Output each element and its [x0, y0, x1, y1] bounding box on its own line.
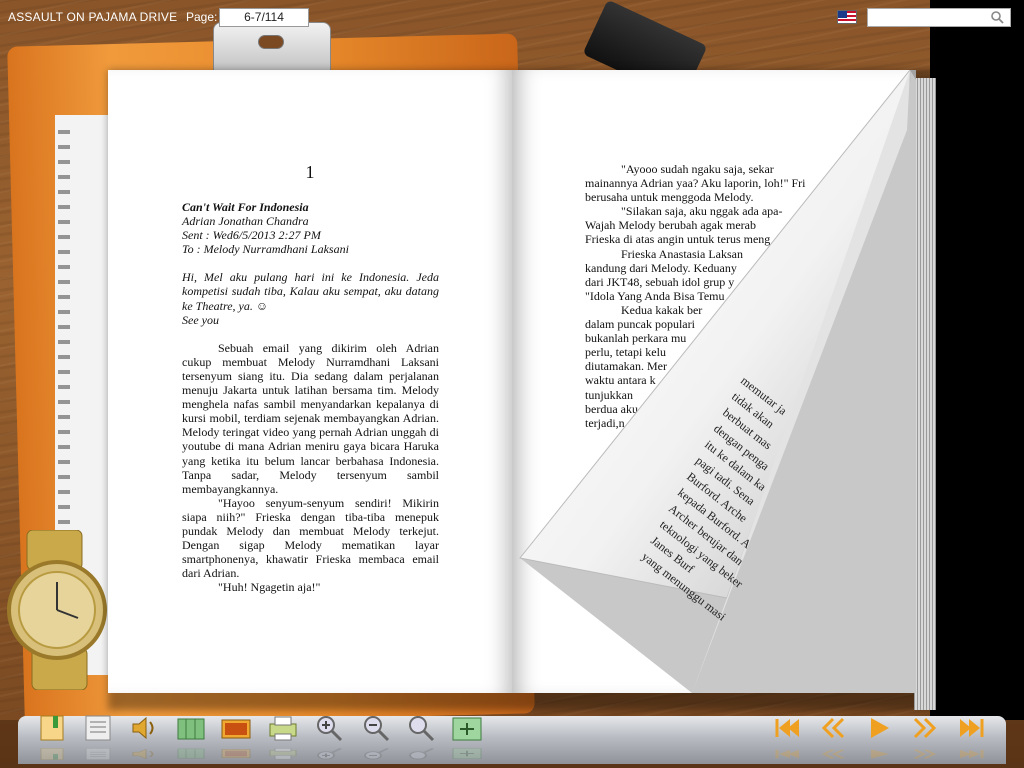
first-page-icon	[775, 719, 799, 737]
email-sent: Sent : Wed6/5/2013 2:27 PM	[182, 228, 321, 243]
next-page-reflection	[913, 749, 937, 759]
zoom-in-icon	[317, 716, 343, 742]
fit-page-icon	[452, 717, 482, 741]
email-author: Adrian Jonathan Chandra	[182, 214, 309, 229]
print-reflection	[269, 748, 297, 760]
search-button[interactable]	[405, 713, 439, 743]
zoom-out-button[interactable]	[360, 713, 394, 743]
email-body: Hi, Mel aku pulang hari ini ke Indonesia…	[182, 270, 439, 313]
next-page-icon	[913, 717, 937, 739]
zoom-in-button[interactable]	[313, 713, 347, 743]
bookmark-button[interactable]	[36, 713, 70, 743]
first-page-reflection	[775, 749, 799, 759]
last-page-reflection	[960, 749, 984, 759]
right-black-panel	[930, 0, 1024, 720]
sound-button[interactable]	[128, 713, 162, 743]
wristwatch-image	[7, 530, 107, 690]
left-page-text: Can't Wait For Indonesia Adrian Jonathan…	[182, 200, 439, 594]
paragraph: "Hayoo senyum-senyum sendiri! Mikirin si…	[182, 495, 439, 581]
table-of-contents-icon	[85, 715, 111, 741]
thumbnails-button[interactable]	[219, 713, 253, 743]
print-pages-button[interactable]	[174, 713, 208, 743]
print-icon	[269, 716, 297, 741]
next-page-button[interactable]	[908, 713, 942, 743]
email-sign-off: See you	[182, 312, 219, 327]
fit-page-reflection	[452, 748, 482, 759]
paragraph: "Huh! Ngagetin aja!"	[218, 580, 321, 595]
search-reflection	[409, 747, 435, 760]
fit-page-button[interactable]	[450, 713, 484, 743]
chapter-title: Can't Wait For Indonesia	[182, 200, 309, 214]
play-button[interactable]	[862, 713, 896, 743]
bookmark-icon	[40, 715, 64, 741]
chapter-number: 1	[305, 162, 315, 182]
thumbnails-icon	[221, 719, 251, 739]
play-reflection	[871, 749, 889, 759]
search-icon	[409, 716, 435, 742]
zoom-out-reflection	[364, 747, 390, 760]
zoom-out-icon	[364, 716, 390, 742]
us-flag-icon[interactable]	[837, 10, 857, 24]
page-label: Page:	[186, 10, 218, 24]
last-page-button[interactable]	[954, 713, 988, 743]
zoom-in-reflection	[317, 747, 343, 760]
thumbnails-reflection	[221, 749, 251, 758]
bottom-toolbar	[18, 716, 1006, 764]
sound-icon	[132, 716, 154, 740]
top-bar: ASSAULT ON PAJAMA DRIVE Page: 6-7/114	[0, 0, 1024, 34]
previous-page-icon	[821, 717, 845, 739]
print-pages-reflection	[177, 748, 205, 759]
search-icon[interactable]	[990, 10, 1004, 24]
book-title: ASSAULT ON PAJAMA DRIVE	[8, 10, 178, 24]
table-of-contents-reflection	[85, 748, 111, 760]
clipboard-clip-hole	[258, 35, 284, 49]
bookmark-reflection	[40, 748, 64, 760]
table-of-contents-button[interactable]	[81, 713, 115, 743]
page-curl[interactable]: memutar jatidak akanberbuat masdengan pe…	[512, 70, 932, 710]
last-page-icon	[960, 719, 984, 737]
print-button[interactable]	[266, 713, 300, 743]
paragraph: Sebuah email yang dikirim oleh Adrian cu…	[182, 340, 439, 496]
email-to: To : Melody Nurramdhani Laksani	[182, 242, 349, 257]
play-icon	[871, 718, 889, 738]
previous-page-reflection	[821, 749, 845, 759]
print-pages-icon	[177, 718, 205, 740]
previous-page-button[interactable]	[816, 713, 850, 743]
page-number-input[interactable]: 6-7/114	[219, 8, 309, 27]
sound-reflection	[132, 748, 154, 760]
first-page-button[interactable]	[771, 713, 805, 743]
